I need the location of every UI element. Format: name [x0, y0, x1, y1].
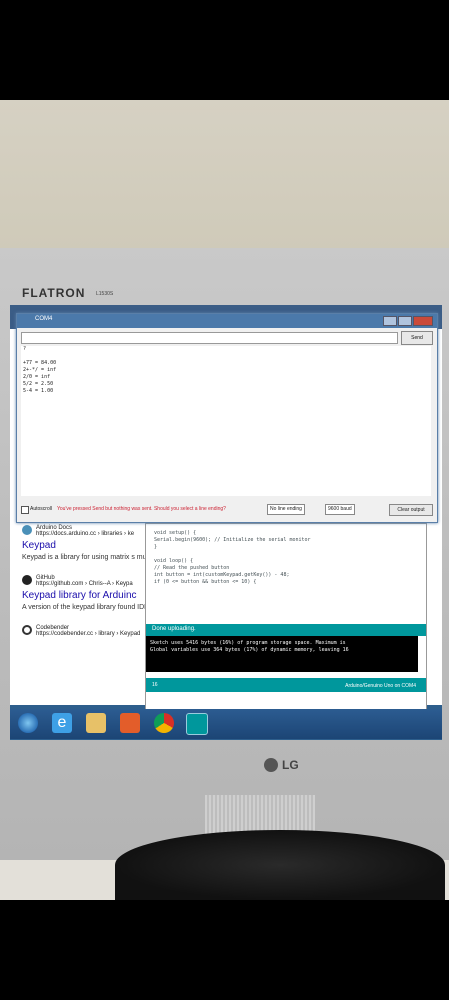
- code-line: if (0 <= button && button <= 10) {: [154, 579, 257, 585]
- serial-footer: Autoscroll You've pressed Send but nothi…: [21, 504, 433, 516]
- minimize-icon[interactable]: [383, 316, 397, 326]
- window-controls: [383, 316, 433, 326]
- output-line: +77 = 84.00: [23, 360, 57, 366]
- clear-output-button[interactable]: Clear output: [389, 504, 433, 516]
- codebender-icon: [22, 625, 32, 635]
- output-line: 5-4 = 1.00: [23, 388, 54, 394]
- monitor-model: L1530S: [96, 291, 114, 297]
- autoscroll-label: Autoscroll: [30, 506, 52, 512]
- maximize-icon[interactable]: [398, 316, 412, 326]
- code-line: int button = int(customKeypad.getKey()) …: [154, 572, 290, 578]
- send-button[interactable]: Send: [401, 331, 433, 345]
- internet-explorer-icon[interactable]: e: [52, 713, 72, 733]
- serial-titlebar[interactable]: COM4: [17, 314, 437, 328]
- code-line: void loop() {: [154, 558, 194, 564]
- monitor-brand: FLATRON: [22, 286, 86, 300]
- console-line: Sketch uses 5416 bytes (16%) of program …: [150, 640, 346, 646]
- status-text: Done uploading.: [152, 626, 196, 632]
- baud-select[interactable]: 9600 baud: [325, 504, 355, 515]
- upload-status: Done uploading.: [146, 624, 426, 636]
- arduino-ide: void setup() { Serial.begin(9600); // In…: [145, 523, 427, 711]
- output-line: 2+-*/ = inf: [23, 367, 57, 373]
- serial-title: COM4: [35, 316, 53, 322]
- taskbar: e: [10, 709, 442, 739]
- ide-footer: 16 Arduino/Genuino Uno on COM4: [146, 678, 426, 692]
- code-line: }: [154, 544, 158, 550]
- monitor-screen: Arduino Docs https://docs.arduino.cc › l…: [10, 305, 442, 740]
- code-line: void setup() {: [154, 530, 197, 536]
- board-info: Arduino/Genuino Uno on COM4: [345, 683, 416, 689]
- close-icon[interactable]: [413, 316, 433, 326]
- photo: FLATRON L1530S Arduino Docs https://docs…: [0, 100, 449, 900]
- monitor-base: [115, 830, 445, 900]
- autoscroll-checkbox[interactable]: [21, 506, 29, 514]
- file-explorer-icon[interactable]: [86, 713, 106, 733]
- serial-output: ? +77 = 84.00 2+-*/ = inf 2/0 = inf 5/2 …: [21, 346, 431, 496]
- code-line: Serial.begin(9600); // Initialize the se…: [154, 537, 311, 543]
- code-editor[interactable]: void setup() { Serial.begin(9600); // In…: [154, 530, 311, 586]
- arduino-taskbar-icon[interactable]: [186, 713, 208, 735]
- serial-input-field[interactable]: [21, 332, 398, 344]
- github-icon: [22, 575, 32, 585]
- output-line: 5/2 = 2.50: [23, 381, 54, 387]
- start-button-icon[interactable]: [18, 713, 38, 733]
- lg-logo-icon: [264, 758, 278, 772]
- media-player-icon[interactable]: [120, 713, 140, 733]
- output-line: 2/0 = inf: [23, 374, 51, 380]
- code-line: // Read the pushed button: [154, 565, 230, 571]
- line-ending-warning: You've pressed Send but nothing was sent…: [57, 506, 226, 512]
- serial-monitor-window: COM4 Send ? +77 = 84.00 2+-*/ = inf 2/0 …: [16, 313, 438, 523]
- line-ending-select[interactable]: No line ending: [267, 504, 305, 515]
- console-line: Global variables use 364 bytes (17%) of …: [150, 647, 349, 653]
- arduino-icon: [22, 525, 32, 535]
- line-number: 16: [152, 682, 158, 688]
- output-line: ?: [23, 346, 27, 352]
- lg-logo: LG: [282, 758, 299, 772]
- console-output: Sketch uses 5416 bytes (16%) of program …: [146, 636, 418, 672]
- chrome-icon[interactable]: [154, 713, 174, 733]
